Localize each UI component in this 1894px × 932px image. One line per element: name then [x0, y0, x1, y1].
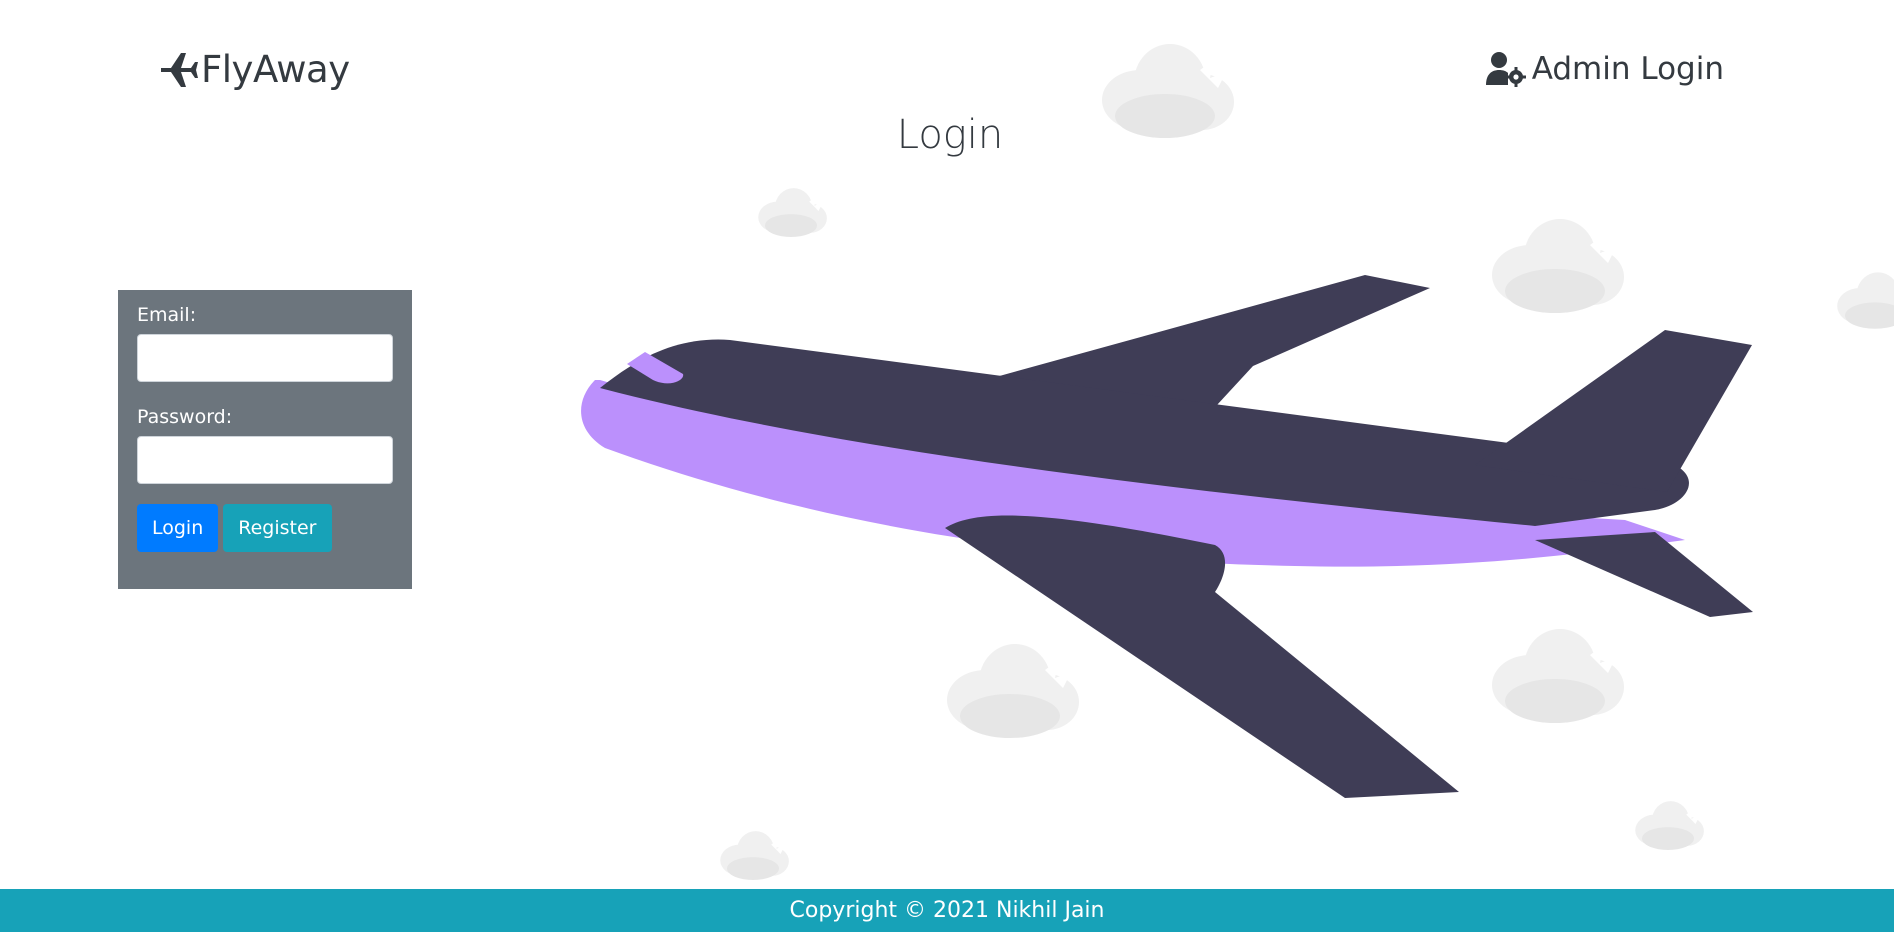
page-title: Login	[896, 112, 1004, 158]
page: FlyAway Admin Login Login Email: Passwor…	[0, 0, 1894, 932]
plane-tail-fin	[1475, 330, 1752, 492]
password-field[interactable]	[137, 436, 393, 484]
brand-link[interactable]: FlyAway	[157, 48, 350, 91]
register-button[interactable]: Register	[223, 504, 332, 552]
brand-name: FlyAway	[201, 48, 350, 91]
email-field[interactable]	[137, 334, 393, 382]
cloud	[1837, 272, 1894, 329]
admin-login-label: Admin Login	[1531, 51, 1724, 87]
admin-login-link[interactable]: Admin Login	[1485, 51, 1724, 87]
email-label: Email:	[137, 304, 197, 326]
copyright-text: Copyright © 2021 Nikhil Jain	[789, 898, 1105, 923]
form-actions: Login Register	[137, 504, 393, 552]
cloud	[720, 831, 789, 880]
plane-tail-stabilizer	[1535, 532, 1753, 617]
cloud	[1635, 801, 1704, 850]
airplane-illustration	[581, 275, 1753, 798]
cloud	[758, 188, 827, 237]
login-form: Email: Password: Login Register	[118, 290, 412, 589]
password-label: Password:	[137, 406, 233, 428]
footer: Copyright © 2021 Nikhil Jain	[0, 889, 1894, 932]
login-button[interactable]: Login	[137, 504, 219, 552]
airplane-icon	[161, 52, 198, 87]
user-gear-icon	[1485, 52, 1526, 87]
